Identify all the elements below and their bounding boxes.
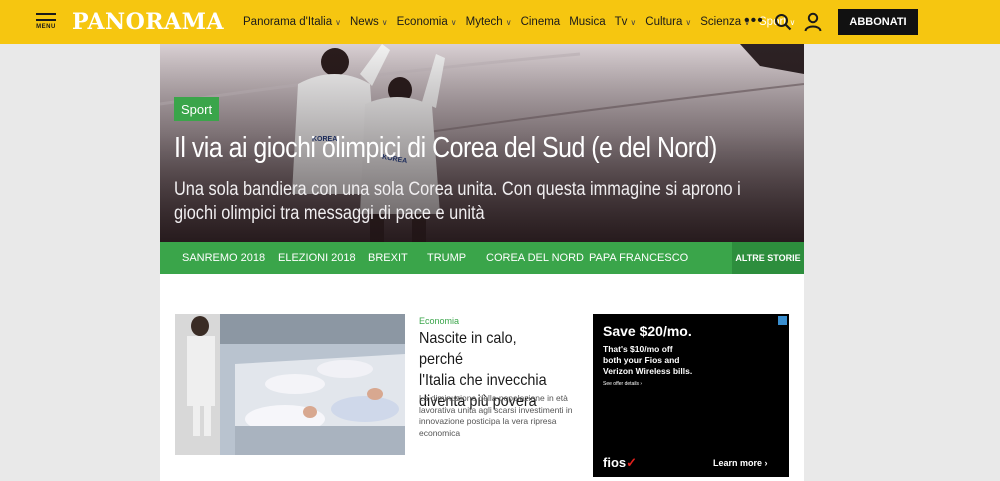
ad-body-line: both your Fios and	[603, 355, 680, 365]
user-icon[interactable]	[804, 12, 822, 32]
article-description: La diminuzione della popolazione in età …	[419, 393, 581, 439]
ad-body-line: That's $10/mo off	[603, 344, 673, 354]
topic-trump[interactable]: TRUMP	[427, 242, 466, 274]
nav-item-cinema[interactable]: Cinema	[521, 16, 561, 28]
more-dots-icon[interactable]: •••	[744, 12, 764, 30]
nav-label: Cultura	[645, 16, 683, 28]
article-desc-line: La diminuzione della popolazione in età	[419, 393, 568, 403]
hamburger-icon	[36, 13, 56, 15]
hero-title[interactable]: Il via ai giochi olimpici di Corea del S…	[174, 132, 717, 165]
topics-bar: SANREMO 2018 ELEZIONI 2018 BREXIT TRUMP …	[160, 242, 804, 274]
nav-label: Cinema	[520, 16, 561, 28]
nav-item-economia[interactable]: Economia ∨	[397, 16, 457, 28]
nav-item-panorama-italia[interactable]: Panorama d'Italia ∨	[243, 16, 341, 28]
main-nav: Panorama d'Italia ∨ News ∨ Economia ∨ Mytec…	[243, 0, 804, 44]
nav-item-mytech[interactable]: Mytech ∨	[466, 16, 512, 28]
ad-body: That's $10/mo off both your Fios and Ver…	[603, 344, 723, 377]
article-desc-line: economica	[419, 427, 461, 438]
topic-brexit[interactable]: BREXIT	[368, 242, 408, 274]
hero-story[interactable]: KOREA KOREA Sport Il via ai giochi olimp…	[160, 44, 804, 242]
nav-label: Musica	[569, 16, 606, 28]
subscribe-button[interactable]: ABBONATI	[838, 9, 918, 35]
article-title-line: l'Italia che invecchia	[419, 372, 547, 389]
header-bar: MENU PANORAMA Panorama d'Italia ∨ News ∨ E…	[0, 0, 1000, 44]
ad-learn-more-button[interactable]: Learn more ›	[713, 458, 768, 468]
article-photo	[175, 314, 405, 455]
ad-brand-text: fios	[603, 455, 627, 470]
hero-subtitle: Una sola bandiera con una sola Corea uni…	[174, 178, 793, 226]
nav-label: Tv	[614, 16, 628, 28]
check-icon: ✓	[626, 455, 638, 470]
ad-choices-icon[interactable]	[778, 316, 787, 325]
article-category[interactable]: Economia	[419, 316, 459, 326]
ad-body-line: Verizon Wireless bills.	[603, 366, 693, 376]
hero-subtitle-line: Una sola bandiera con una sola Corea uni…	[174, 179, 741, 200]
advertisement[interactable]: Save $20/mo. That's $10/mo off both your…	[593, 314, 789, 477]
topic-corea-del-nord[interactable]: COREA DEL NORD	[486, 242, 584, 274]
article-image[interactable]	[175, 314, 405, 455]
article-desc-line: lavorativa unita agli scarsi investiment…	[419, 404, 573, 415]
nav-label: Panorama d'Italia	[243, 16, 333, 28]
hamburger-icon-bar	[36, 19, 56, 21]
nav-item-news[interactable]: News ∨	[350, 16, 388, 28]
chevron-down-icon: ∨	[335, 17, 341, 27]
chevron-down-icon: ∨	[450, 17, 457, 27]
chevron-down-icon: ∨	[381, 17, 388, 27]
hero-subtitle-line: giochi olimpici tra messaggi di pace e u…	[174, 203, 485, 224]
topic-elezioni-2018[interactable]: ELEZIONI 2018	[278, 242, 356, 274]
site-logo[interactable]: PANORAMA	[72, 9, 224, 35]
nav-label: Economia	[396, 16, 448, 28]
ad-details-link[interactable]: See offer details ›	[603, 381, 642, 387]
article-title-line: Nascite in calo, perché	[419, 330, 517, 368]
nav-item-musica[interactable]: Musica	[569, 16, 605, 28]
nav-label: Scienza	[700, 16, 742, 28]
nav-label: Mytech	[465, 16, 503, 28]
ad-brand-logo: fios✓	[603, 455, 637, 471]
search-icon[interactable]	[774, 13, 792, 31]
chevron-down-icon: ∨	[505, 17, 512, 27]
nav-item-tv[interactable]: Tv ∨	[615, 16, 637, 28]
nav-label: News	[350, 16, 379, 28]
nav-item-scienza[interactable]: Scienza ∨	[700, 16, 750, 28]
article-desc-line: innovazione posticipa la vera ripresa	[419, 416, 557, 426]
topic-sanremo-2018[interactable]: SANREMO 2018	[182, 242, 265, 274]
chevron-down-icon: ∨	[630, 17, 637, 27]
ad-title: Save $20/mo.	[603, 323, 692, 339]
menu-button[interactable]: MENU	[34, 11, 58, 33]
hero-category-tag[interactable]: Sport	[174, 97, 220, 121]
chevron-down-icon: ∨	[685, 17, 692, 27]
more-stories-button[interactable]: ALTRE STORIE	[732, 242, 804, 274]
topic-papa-francesco[interactable]: PAPA FRANCESCO	[589, 242, 688, 274]
menu-label: MENU	[36, 24, 56, 30]
nav-item-cultura[interactable]: Cultura ∨	[645, 16, 691, 28]
